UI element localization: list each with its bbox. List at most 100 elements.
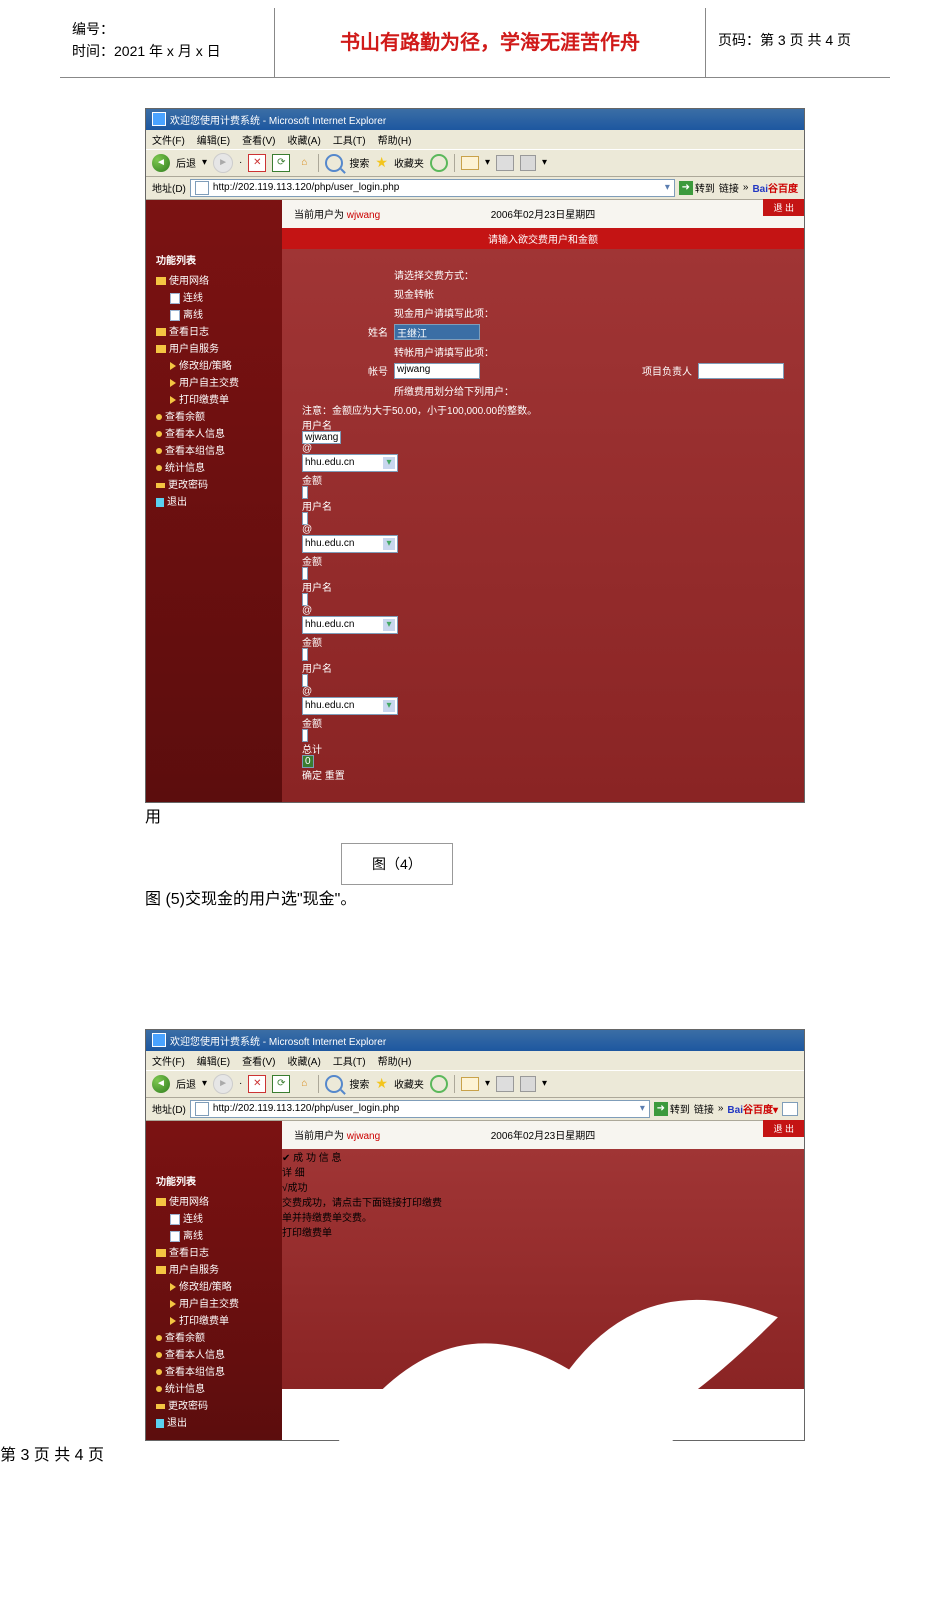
- menu-tools-2[interactable]: 工具(T): [333, 1053, 366, 1068]
- user-input-4[interactable]: [302, 674, 308, 687]
- sidebar-item-5[interactable]: 修改组/策略: [156, 1277, 276, 1294]
- links-label[interactable]: 链接: [719, 180, 739, 195]
- sidebar-item-8[interactable]: 查看余额: [156, 407, 276, 424]
- sidebar-item-3[interactable]: 查看日志: [156, 1243, 276, 1260]
- logout-button-2[interactable]: 退 出: [763, 1120, 804, 1137]
- baidu-search-input[interactable]: [782, 1102, 798, 1116]
- user-input-2[interactable]: [302, 512, 308, 525]
- menu-tools[interactable]: 工具(T): [333, 132, 366, 147]
- url-input-2[interactable]: http://202.119.113.120/php/user_login.ph…: [190, 1100, 650, 1118]
- account-input[interactable]: wjwang: [394, 363, 480, 379]
- user-input-3[interactable]: [302, 593, 308, 606]
- sidebar-item-0[interactable]: 使用网络: [156, 271, 276, 288]
- menu-help-2[interactable]: 帮助(H): [378, 1053, 412, 1068]
- back-button[interactable]: ◄: [152, 154, 170, 172]
- sidebar-item-4[interactable]: 用户自服务: [156, 1260, 276, 1277]
- edit-icon-2[interactable]: [520, 1076, 536, 1092]
- favorites-icon[interactable]: ★: [375, 154, 388, 171]
- sidebar-item-3[interactable]: 查看日志: [156, 322, 276, 339]
- stop-button-2[interactable]: ✕: [248, 1075, 266, 1093]
- refresh-button-2[interactable]: ⟳: [272, 1075, 290, 1093]
- sidebar-item-6[interactable]: 用户自主交费: [156, 373, 276, 390]
- menu-edit[interactable]: 编辑(E): [197, 132, 230, 147]
- sidebar-item-2[interactable]: 离线: [156, 305, 276, 322]
- search-label-2[interactable]: 搜索: [349, 1076, 369, 1091]
- back-label-2[interactable]: 后退: [176, 1076, 196, 1091]
- favorites-label[interactable]: 收藏夹: [394, 155, 424, 170]
- menu-view[interactable]: 查看(V): [242, 132, 275, 147]
- back-label[interactable]: 后退: [176, 155, 196, 170]
- menu-fav-2[interactable]: 收藏(A): [287, 1053, 320, 1068]
- menubar-2[interactable]: 文件(F) 编辑(E) 查看(V) 收藏(A) 工具(T) 帮助(H): [146, 1051, 804, 1070]
- amount-input-3[interactable]: [302, 648, 308, 661]
- domain-select-2[interactable]: hhu.edu.cn▾: [302, 535, 398, 553]
- sidebar-item-13[interactable]: 退出: [156, 1413, 276, 1430]
- sidebar-item-7[interactable]: 打印缴费单: [156, 1311, 276, 1328]
- amount-input-4[interactable]: [302, 729, 308, 742]
- home-button-2[interactable]: ⌂: [296, 1076, 312, 1092]
- domain-select-3[interactable]: hhu.edu.cn▾: [302, 616, 398, 634]
- print-bill-button[interactable]: 打印缴费单: [282, 1228, 332, 1239]
- sidebar-item-13[interactable]: 退出: [156, 492, 276, 509]
- domain-select-4[interactable]: hhu.edu.cn▾: [302, 697, 398, 715]
- sidebar-item-10[interactable]: 查看本组信息: [156, 441, 276, 458]
- sidebar-item-11[interactable]: 统计信息: [156, 1379, 276, 1396]
- sidebar-item-8[interactable]: 查看余额: [156, 1328, 276, 1345]
- menu-view-2[interactable]: 查看(V): [242, 1053, 275, 1068]
- logout-button[interactable]: 退 出: [763, 199, 804, 216]
- history-icon-2[interactable]: [430, 1075, 448, 1093]
- print-icon[interactable]: [496, 155, 514, 171]
- sidebar-item-6[interactable]: 用户自主交费: [156, 1294, 276, 1311]
- sidebar-item-12[interactable]: 更改密码: [156, 475, 276, 492]
- amount-input-2[interactable]: [302, 567, 308, 580]
- sidebar-item-5[interactable]: 修改组/策略: [156, 356, 276, 373]
- links-more-icon[interactable]: »: [743, 182, 749, 193]
- links-more-icon-2[interactable]: »: [718, 1103, 724, 1114]
- name-input[interactable]: 王继江: [394, 324, 480, 340]
- mail-icon-2[interactable]: [461, 1077, 479, 1091]
- radio-cash[interactable]: 现金: [394, 286, 414, 301]
- sidebar-item-12[interactable]: 更改密码: [156, 1396, 276, 1413]
- back-button-2[interactable]: ◄: [152, 1075, 170, 1093]
- sidebar-item-4[interactable]: 用户自服务: [156, 339, 276, 356]
- menu-file-2[interactable]: 文件(F): [152, 1053, 185, 1068]
- menu-fav[interactable]: 收藏(A): [287, 132, 320, 147]
- sidebar-item-11[interactable]: 统计信息: [156, 458, 276, 475]
- amount-input-1[interactable]: [302, 486, 308, 499]
- domain-select-1[interactable]: hhu.edu.cn▾: [302, 454, 398, 472]
- favorites-icon-2[interactable]: ★: [375, 1075, 388, 1092]
- menubar[interactable]: 文件(F) 编辑(E) 查看(V) 收藏(A) 工具(T) 帮助(H): [146, 130, 804, 149]
- sidebar-item-9[interactable]: 查看本人信息: [156, 424, 276, 441]
- favorites-label-2[interactable]: 收藏夹: [394, 1076, 424, 1091]
- sidebar-item-9[interactable]: 查看本人信息: [156, 1345, 276, 1362]
- baidu-toolbar-2[interactable]: Bai⾕百度▾: [727, 1101, 778, 1116]
- search-icon-2[interactable]: [325, 1075, 343, 1093]
- refresh-button[interactable]: ⟳: [272, 154, 290, 172]
- sidebar-item-1[interactable]: 连线: [156, 288, 276, 305]
- owner-input[interactable]: [698, 363, 784, 379]
- reset-button[interactable]: 重置: [325, 771, 345, 782]
- radio-transfer[interactable]: 转帐: [414, 286, 434, 301]
- sidebar-item-1[interactable]: 连线: [156, 1209, 276, 1226]
- menu-help[interactable]: 帮助(H): [378, 132, 412, 147]
- baidu-toolbar[interactable]: Bai⾕百度: [752, 180, 798, 195]
- url-dropdown-icon[interactable]: ▾: [665, 182, 670, 193]
- sidebar-item-2[interactable]: 离线: [156, 1226, 276, 1243]
- go-button[interactable]: ➜转到: [679, 180, 715, 195]
- edit-icon[interactable]: [520, 155, 536, 171]
- print-icon-2[interactable]: [496, 1076, 514, 1092]
- stop-button[interactable]: ✕: [248, 154, 266, 172]
- url-input[interactable]: http://202.119.113.120/php/user_login.ph…: [190, 179, 675, 197]
- user-input-1[interactable]: wjwang: [302, 431, 341, 444]
- home-button[interactable]: ⌂: [296, 155, 312, 171]
- detail-button[interactable]: 详 细: [282, 1168, 305, 1179]
- search-icon[interactable]: [325, 154, 343, 172]
- menu-file[interactable]: 文件(F): [152, 132, 185, 147]
- menu-edit-2[interactable]: 编辑(E): [197, 1053, 230, 1068]
- ok-button[interactable]: 确定: [302, 771, 322, 782]
- sidebar-item-0[interactable]: 使用网络: [156, 1192, 276, 1209]
- sidebar-item-10[interactable]: 查看本组信息: [156, 1362, 276, 1379]
- links-label-2[interactable]: 链接: [694, 1101, 714, 1116]
- url-dropdown-icon-2[interactable]: ▾: [640, 1103, 645, 1114]
- go-button-2[interactable]: ➜转到: [654, 1101, 690, 1116]
